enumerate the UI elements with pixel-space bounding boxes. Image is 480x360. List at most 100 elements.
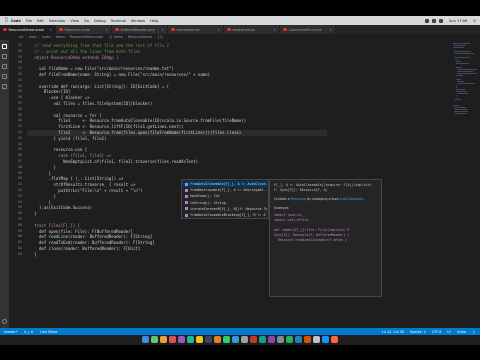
menu-code[interactable]: Code [11, 19, 21, 23]
editor-tab[interactable]: Resource.scala × [56, 25, 112, 34]
menu-terminal[interactable]: Terminal [111, 19, 126, 23]
gear-icon[interactable] [2, 319, 7, 324]
status-liveshare[interactable]: Live Share [40, 330, 57, 334]
minimap-line [454, 111, 469, 112]
breadcrumb-item[interactable]: {?} [157, 35, 163, 39]
menu-file[interactable]: File [26, 19, 32, 23]
minimap-line [455, 89, 465, 90]
app-icon[interactable] [295, 336, 302, 343]
app-icon[interactable] [304, 336, 311, 343]
menu-go[interactable]: Go [84, 19, 89, 23]
details-description: Creates a Resource by wrapping a Java Au… [274, 197, 365, 201]
app-icon[interactable] [205, 336, 212, 343]
editor-tab[interactable]: BufferedReader.java × [112, 25, 168, 34]
code-line[interactable]: object ResourceDemo extends IOApp { [27, 55, 327, 61]
details-link-autocloseable[interactable]: AutoCloseable [340, 197, 364, 201]
code-line[interactable]: val files = files.fileSystem[IO](blocker… [27, 101, 327, 107]
close-icon[interactable]: × [273, 28, 276, 32]
method-icon [185, 207, 188, 211]
suggestion-item[interactable]: hashCode(): Int [182, 193, 268, 199]
close-icon[interactable]: × [329, 28, 332, 32]
code-line[interactable]: def fileFromName(name: String) = new Fil… [27, 72, 327, 78]
status-line-ending[interactable]: LF [447, 330, 451, 334]
app-icon[interactable] [259, 336, 266, 343]
details-link-resource[interactable]: Resource [291, 197, 306, 201]
method-icon [185, 194, 188, 198]
status-indentation[interactable]: Spaces: 2 [410, 330, 426, 334]
status-language[interactable]: Scala [457, 330, 466, 334]
status-encoding[interactable]: UTF-8 [432, 330, 442, 334]
editor-tab[interactable]: bookwhat.txt × [224, 25, 280, 34]
suggestion-item[interactable]: iterateForeverM[F[_], B](f: Resource.Ty [182, 206, 268, 212]
app-icon[interactable] [277, 336, 284, 343]
app-icon[interactable] [268, 336, 275, 343]
menu-selection[interactable]: Selection [49, 19, 66, 23]
explorer-icon[interactable] [2, 44, 7, 49]
extensions-icon[interactable] [2, 84, 7, 89]
menu-window[interactable]: Window [131, 19, 145, 23]
close-icon[interactable]: × [161, 28, 164, 32]
editor-tab[interactable]: ioexample.txt × [168, 25, 224, 34]
app-icon[interactable] [241, 336, 248, 343]
menu-help[interactable]: Help [150, 19, 158, 23]
suggestion-item[interactable]: fromAutoCloseable[F[_], A <: AutoClose..… [182, 181, 268, 187]
close-icon[interactable]: × [49, 28, 52, 32]
app-icon[interactable] [142, 336, 149, 343]
search-icon[interactable] [2, 54, 7, 59]
app-icon[interactable] [178, 336, 185, 343]
editor-tab[interactable]: ResourceDemo.scala × [0, 25, 56, 34]
wifi-icon[interactable] [425, 18, 430, 23]
app-icon[interactable] [313, 336, 320, 343]
app-icon[interactable] [169, 336, 176, 343]
menu-debug[interactable]: Debug [94, 19, 106, 23]
app-icon[interactable] [196, 336, 203, 343]
minimap[interactable] [452, 40, 478, 328]
suggestion-item[interactable]: fromDestroyable[F[_], A <: Destroyabl... [182, 187, 268, 193]
menu-edit[interactable]: Edit [37, 19, 44, 23]
app-icon[interactable] [223, 336, 230, 343]
battery-icon[interactable] [432, 18, 437, 23]
suggestion-label: fromAutoCloseable[F[_], A <: AutoClose..… [190, 182, 268, 186]
minimap-line [457, 69, 478, 70]
app-icon[interactable] [322, 336, 329, 343]
status-problems[interactable]: 0 △ 0 [24, 330, 33, 334]
status-cursor-position[interactable]: Ln 42, Col 38 [382, 330, 404, 334]
minimap-line [456, 79, 461, 80]
app-icon[interactable] [232, 336, 239, 343]
app-icon[interactable] [250, 336, 257, 343]
app-icon[interactable] [151, 336, 158, 343]
code-line[interactable]: } yield (file1, file2) [27, 136, 327, 142]
chevron-right-icon: › [124, 35, 126, 39]
minimap-line [456, 63, 469, 64]
app-icon[interactable] [160, 336, 167, 343]
menu-view[interactable]: View [70, 19, 79, 23]
app-icon[interactable] [286, 336, 293, 343]
breadcrumb-item[interactable]: {} demo [109, 35, 123, 39]
breadcrumb-item[interactable]: scala [42, 35, 50, 39]
status-right: Ln 42, Col 38 Spaces: 2 UTF-8 LF Scala ♫ [382, 328, 475, 335]
apple-icon[interactable]:  [5, 18, 8, 23]
suggestion-item[interactable]: toString(): String [182, 200, 268, 206]
breadcrumb-item[interactable]: demo [56, 35, 65, 39]
app-icon[interactable] [214, 336, 221, 343]
editor-tab[interactable]: ConcurrentEx.scala × [280, 25, 336, 34]
source-control-icon[interactable] [2, 64, 7, 69]
editor-tabs: ResourceDemo.scala × Resource.scala × Buffer… [0, 25, 480, 34]
breadcrumb-item[interactable]: ResourceDemo [128, 35, 152, 39]
search-icon[interactable]: ⚲ [473, 19, 476, 23]
bell-icon[interactable]: ♫ [472, 330, 475, 334]
close-icon[interactable]: × [217, 28, 220, 32]
close-icon[interactable]: × [105, 28, 108, 32]
chevron-right-icon: › [52, 35, 54, 39]
suggestion-item[interactable]: fromAutoCloseableBlocking[F[_], R <: A [182, 212, 268, 218]
app-icon[interactable] [331, 336, 338, 343]
breadcrumb-item[interactable]: main [29, 35, 37, 39]
status-branch[interactable]: master* [4, 330, 17, 334]
debug-icon[interactable] [2, 74, 7, 79]
breadcrumb-item[interactable]: src [19, 35, 24, 39]
minimap-line [456, 75, 463, 76]
breadcrumb-item[interactable]: ResourceDemo.scala [70, 35, 103, 39]
app-icon[interactable] [187, 336, 194, 343]
menubar-clock[interactable]: Sun 17:08 [449, 19, 467, 23]
volume-icon[interactable] [439, 18, 444, 23]
